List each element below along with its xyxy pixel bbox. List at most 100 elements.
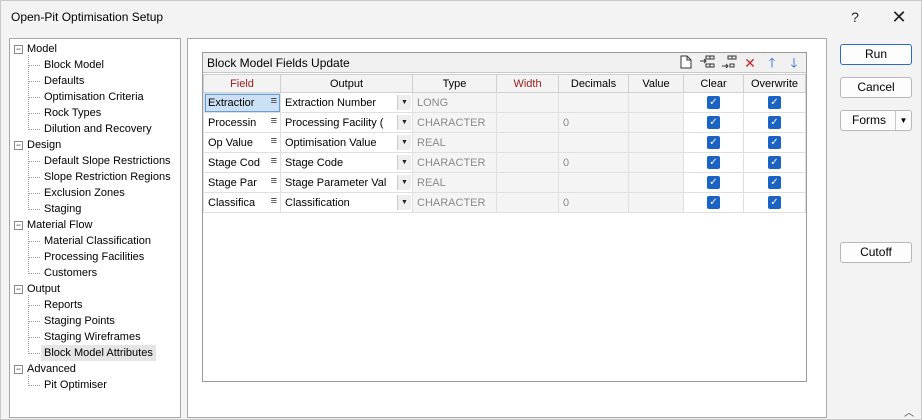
column-header-overwrite[interactable]: Overwrite xyxy=(743,74,806,93)
tree-item-processing-facilities[interactable]: Processing Facilities xyxy=(44,249,144,265)
collapse-chevron-icon[interactable]: ︿ xyxy=(904,404,914,419)
field-cell[interactable]: Extractior ≡ xyxy=(203,92,281,113)
tree-item-staging-wireframes[interactable]: Staging Wireframes xyxy=(44,329,141,345)
tree-group-advanced[interactable]: − Advanced xyxy=(14,361,76,377)
overwrite-cell[interactable]: ✓ xyxy=(743,192,806,213)
tree-group-output[interactable]: − Output xyxy=(14,281,60,297)
decimals-cell[interactable]: 0 xyxy=(558,192,629,213)
value-cell[interactable] xyxy=(628,152,684,173)
overwrite-checkbox[interactable]: ✓ xyxy=(768,196,781,209)
column-header-value[interactable]: Value xyxy=(628,74,684,93)
move-down-icon[interactable]: 🡓 xyxy=(786,55,802,71)
tree-item-customers[interactable]: Customers xyxy=(44,265,97,281)
forms-dropdown-icon[interactable]: ▼ xyxy=(895,111,911,130)
overwrite-cell[interactable]: ✓ xyxy=(743,92,806,113)
tree-item-material-classification[interactable]: Material Classification xyxy=(44,233,151,249)
append-row-icon[interactable] xyxy=(721,55,737,71)
clear-cell[interactable]: ✓ xyxy=(683,152,744,173)
chevron-down-icon[interactable]: ▼ xyxy=(397,195,411,210)
cancel-button[interactable]: Cancel xyxy=(840,77,912,98)
overwrite-cell[interactable]: ✓ xyxy=(743,152,806,173)
output-cell[interactable]: Stage Code ▼ xyxy=(280,152,413,173)
table-row[interactable]: Stage Par ≡ Stage Parameter Val ▼ REAL ✓ ✓ xyxy=(203,172,806,193)
width-cell[interactable] xyxy=(496,172,559,193)
table-row[interactable]: Stage Cod ≡ Stage Code ▼ CHARACTER 0 ✓ ✓ xyxy=(203,152,806,173)
width-cell[interactable] xyxy=(496,192,559,213)
clear-cell[interactable]: ✓ xyxy=(683,172,744,193)
tree-item-block-model[interactable]: Block Model xyxy=(44,57,104,73)
width-cell[interactable] xyxy=(496,132,559,153)
tree-item-exclusion-zones[interactable]: Exclusion Zones xyxy=(44,185,125,201)
table-row[interactable]: Classifica ≡ Classification ▼ CHARACTER 0 ✓ ✓ xyxy=(203,192,806,213)
clear-checkbox[interactable]: ✓ xyxy=(707,156,720,169)
decimals-cell[interactable] xyxy=(558,172,629,193)
field-list-icon[interactable]: ≡ xyxy=(271,175,277,187)
tree-item-optimisation-criteria[interactable]: Optimisation Criteria xyxy=(44,89,144,105)
field-list-icon[interactable]: ≡ xyxy=(271,195,277,207)
tree-item-slope-restriction-regions[interactable]: Slope Restriction Regions xyxy=(44,169,171,185)
field-list-icon[interactable]: ≡ xyxy=(271,135,277,147)
chevron-down-icon[interactable]: ▼ xyxy=(397,95,411,110)
value-cell[interactable] xyxy=(628,92,684,113)
field-list-icon[interactable]: ≡ xyxy=(271,155,277,167)
clear-checkbox[interactable]: ✓ xyxy=(707,136,720,149)
decimals-cell[interactable] xyxy=(558,92,629,113)
field-cell[interactable]: Stage Cod ≡ xyxy=(203,152,281,173)
tree-group-model[interactable]: − Model xyxy=(14,41,57,57)
output-cell[interactable]: Stage Parameter Val ▼ xyxy=(280,172,413,193)
width-cell[interactable] xyxy=(496,152,559,173)
field-cell[interactable]: Op Value ≡ xyxy=(203,132,281,153)
decimals-cell[interactable] xyxy=(558,132,629,153)
clear-checkbox[interactable]: ✓ xyxy=(707,96,720,109)
chevron-down-icon[interactable]: ▼ xyxy=(397,155,411,170)
collapse-expander-icon[interactable]: − xyxy=(14,285,23,294)
column-header-type[interactable]: Type xyxy=(412,74,497,93)
table-row[interactable]: Extractior ≡ Extraction Number ▼ LONG ✓ ✓ xyxy=(203,92,806,113)
insert-row-icon[interactable] xyxy=(699,55,715,71)
overwrite-cell[interactable]: ✓ xyxy=(743,172,806,193)
tree-group-design[interactable]: − Design xyxy=(14,137,61,153)
tree-item-block-model-attributes[interactable]: Block Model Attributes xyxy=(41,345,156,361)
column-header-clear[interactable]: Clear xyxy=(683,74,744,93)
field-list-icon[interactable]: ≡ xyxy=(271,115,277,127)
tree-item-dilution-and-recovery[interactable]: Dilution and Recovery xyxy=(44,121,152,137)
width-cell[interactable] xyxy=(496,112,559,133)
close-button[interactable]: ✕ xyxy=(877,1,921,33)
tree-item-default-slope-restrictions[interactable]: Default Slope Restrictions xyxy=(44,153,171,169)
delete-icon[interactable]: ✕ xyxy=(742,55,758,71)
tree-item-pit-optimiser[interactable]: Pit Optimiser xyxy=(44,377,107,393)
clear-checkbox[interactable]: ✓ xyxy=(707,196,720,209)
collapse-expander-icon[interactable]: − xyxy=(14,141,23,150)
overwrite-checkbox[interactable]: ✓ xyxy=(768,116,781,129)
decimals-cell[interactable]: 0 xyxy=(558,112,629,133)
column-header-decimals[interactable]: Decimals xyxy=(558,74,629,93)
clear-cell[interactable]: ✓ xyxy=(683,112,744,133)
value-cell[interactable] xyxy=(628,112,684,133)
field-list-icon[interactable]: ≡ xyxy=(271,95,277,107)
tree-item-reports[interactable]: Reports xyxy=(44,297,83,313)
clear-cell[interactable]: ✓ xyxy=(683,92,744,113)
clear-checkbox[interactable]: ✓ xyxy=(707,116,720,129)
overwrite-checkbox[interactable]: ✓ xyxy=(768,96,781,109)
column-header-field[interactable]: Field xyxy=(203,74,281,93)
tree-group-material-flow[interactable]: − Material Flow xyxy=(14,217,92,233)
forms-button[interactable]: Forms ▼ xyxy=(840,110,912,131)
field-cell[interactable]: Stage Par ≡ xyxy=(203,172,281,193)
output-cell[interactable]: Extraction Number ▼ xyxy=(280,92,413,113)
table-row[interactable]: Processin ≡ Processing Facility (▼ CHARACTE… xyxy=(203,112,806,133)
overwrite-checkbox[interactable]: ✓ xyxy=(768,136,781,149)
clear-checkbox[interactable]: ✓ xyxy=(707,176,720,189)
table-row[interactable]: Op Value ≡ Optimisation Value ▼ REAL ✓ ✓ xyxy=(203,132,806,153)
help-button[interactable]: ? xyxy=(833,1,877,33)
move-up-icon[interactable]: 🡑 xyxy=(764,55,780,71)
output-cell[interactable]: Optimisation Value ▼ xyxy=(280,132,413,153)
chevron-down-icon[interactable]: ▼ xyxy=(397,115,411,130)
tree-item-staging[interactable]: Staging xyxy=(44,201,81,217)
overwrite-checkbox[interactable]: ✓ xyxy=(768,156,781,169)
collapse-expander-icon[interactable]: − xyxy=(14,221,23,230)
chevron-down-icon[interactable]: ▼ xyxy=(397,175,411,190)
tree-item-rock-types[interactable]: Rock Types xyxy=(44,105,101,121)
tree-item-defaults[interactable]: Defaults xyxy=(44,73,84,89)
clear-cell[interactable]: ✓ xyxy=(683,132,744,153)
overwrite-checkbox[interactable]: ✓ xyxy=(768,176,781,189)
